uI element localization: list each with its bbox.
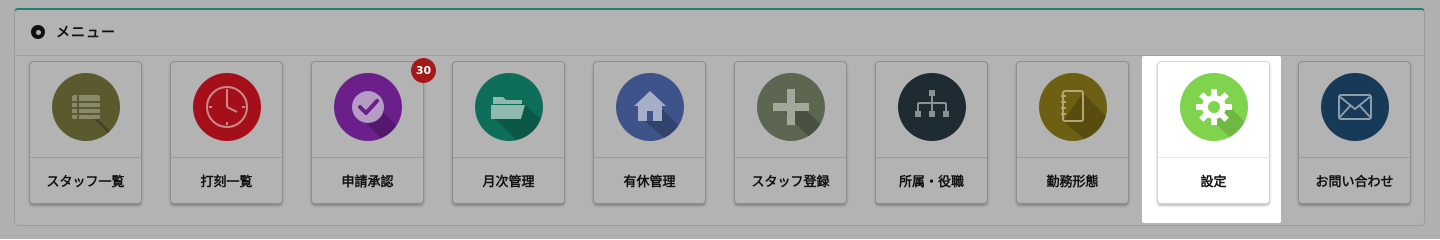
menu-tile-contact[interactable]: お問い合わせ <box>1298 61 1411 204</box>
menu-tile-settings[interactable]: 設定 <box>1157 61 1270 204</box>
panel-header: メニュー <box>31 21 116 43</box>
gear-icon <box>1179 73 1248 141</box>
menu-tile-label: スタッフ一覧 <box>46 175 125 190</box>
menu-tile-department-role[interactable]: 所属・役職 <box>875 61 988 204</box>
menu-tile-label: 申請承認 <box>341 175 394 190</box>
menu-tile-label: お問い合わせ <box>1315 175 1394 190</box>
menu-tile-label: 所属・役職 <box>898 175 964 190</box>
check-icon <box>333 73 402 141</box>
menu-tile-label: 勤務形態 <box>1046 175 1099 190</box>
notebook-icon <box>1038 73 1107 141</box>
clock-icon <box>192 73 261 141</box>
menu-tile-label: スタッフ登録 <box>751 175 830 190</box>
menu-tile-paid-leave[interactable]: 有休管理 <box>593 61 706 204</box>
menu-tile-label: 月次管理 <box>482 175 535 190</box>
home-icon <box>615 73 684 141</box>
org-chart-icon <box>897 73 966 141</box>
menu-tile-work-pattern[interactable]: 勤務形態 <box>1016 61 1129 204</box>
panel-title: メニュー <box>56 25 116 41</box>
menu-tile-staff-register[interactable]: スタッフ登録 <box>734 61 847 204</box>
menu-tile-clock-list[interactable]: 打刻一覧 <box>170 61 283 204</box>
menu-tile-label: 有休管理 <box>623 175 676 190</box>
menu-tile-monthly[interactable]: 月次管理 <box>452 61 565 204</box>
menu-tile-approval[interactable]: 申請承認 <box>311 61 424 204</box>
menu-tile-label: 設定 <box>1200 175 1227 190</box>
page: メニュー スタッフ一覧 打刻一覧 申請承認 30 月次管理 有休管理 スタッフ登… <box>0 0 1440 239</box>
folder-icon <box>474 73 543 141</box>
plus-icon <box>756 73 825 141</box>
mail-icon <box>1320 73 1389 141</box>
radio-dot-icon <box>31 25 45 39</box>
notification-badge: 30 <box>411 58 436 83</box>
menu-tile-staff-list[interactable]: スタッフ一覧 <box>29 61 142 204</box>
menu-tile-label: 打刻一覧 <box>200 175 253 190</box>
list-icon <box>51 73 120 141</box>
